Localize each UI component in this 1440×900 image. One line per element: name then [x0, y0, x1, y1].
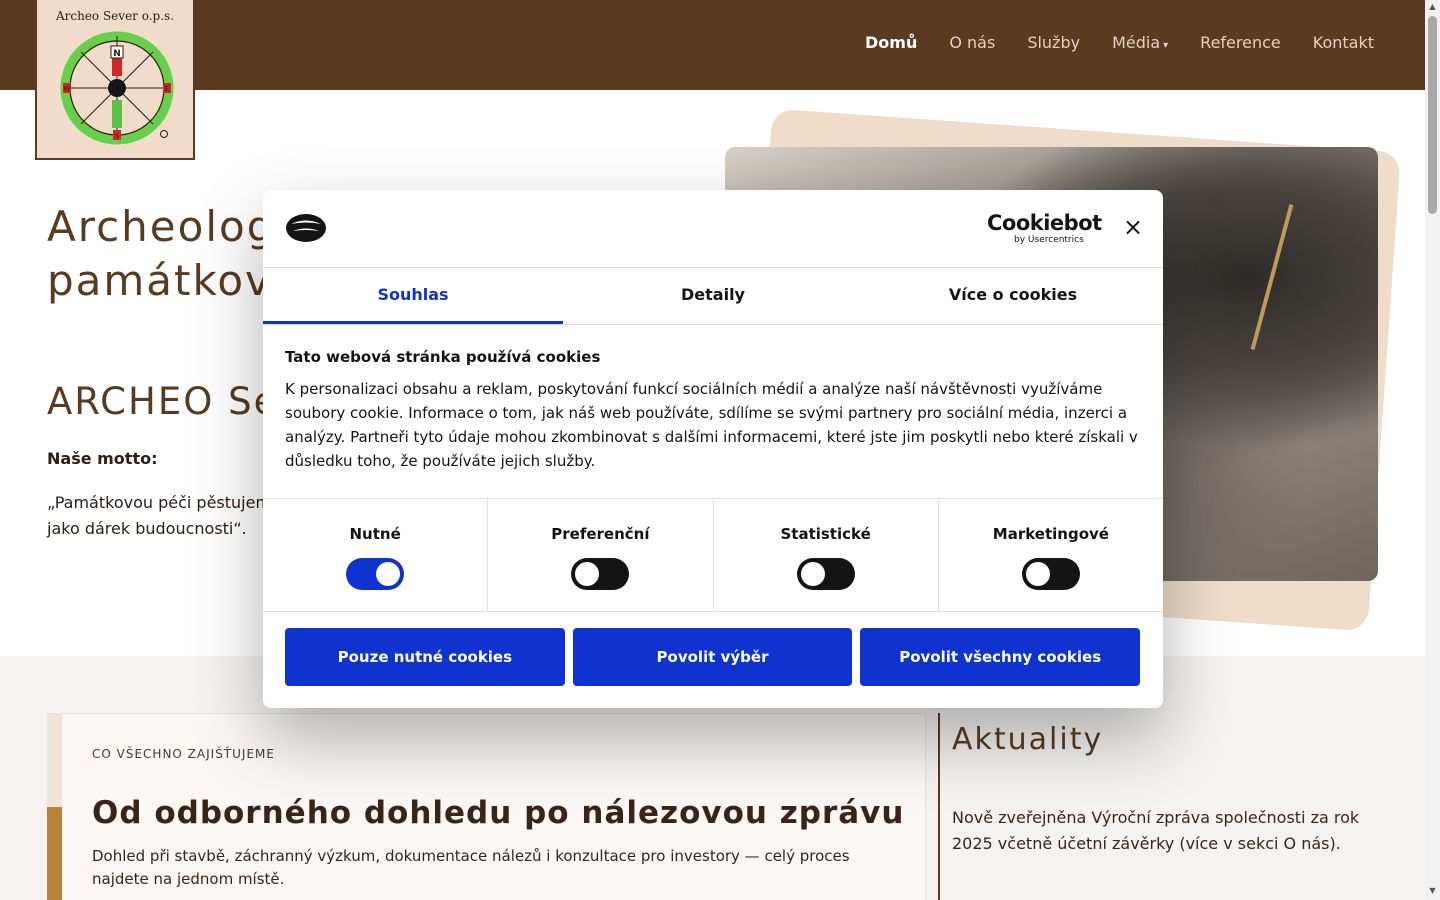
cookie-consent-dialog: Cookiebot by Usercentrics × Souhlas Deta… — [263, 190, 1163, 708]
category-statistics: Statistické — [714, 499, 939, 611]
allow-all-button[interactable]: Povolit všechny cookies — [860, 628, 1141, 686]
svg-text:E: E — [165, 85, 169, 93]
svg-text:S: S — [115, 132, 120, 140]
toggle-necessary[interactable] — [346, 558, 405, 590]
svg-text:W: W — [64, 85, 71, 93]
tab-about-cookies[interactable]: Více o cookies — [863, 268, 1163, 324]
scroll-down-icon[interactable]: ▼ — [1425, 886, 1440, 898]
cookie-heading: Tato webová stránka používá cookies — [285, 348, 601, 366]
tab-consent[interactable]: Souhlas — [263, 268, 563, 324]
toggle-statistics[interactable] — [796, 558, 855, 590]
cookie-dialog-body: Tato webová stránka používá cookies K pe… — [285, 348, 1145, 473]
card-accent-bottom — [47, 807, 62, 900]
cookie-categories: Nutné Preferenční Statistické Marketingo… — [263, 498, 1163, 612]
cookie-description: K personalizaci obsahu a reklam, poskyto… — [285, 380, 1138, 470]
cookie-consent-logo-icon — [286, 214, 326, 242]
category-label: Marketingové — [992, 525, 1109, 543]
services-text: Dohled při stavbě, záchranný výzkum, dok… — [92, 847, 850, 888]
news-item[interactable]: Nově zveřejněna Výroční zpráva společnos… — [952, 805, 1372, 857]
card-accent-top — [47, 713, 62, 807]
toggle-marketing[interactable] — [1021, 558, 1080, 590]
category-preferences: Preferenční — [488, 499, 714, 611]
cookie-dialog-header: Cookiebot by Usercentrics × — [263, 190, 1163, 268]
allow-selection-button[interactable]: Povolit výběr — [572, 628, 853, 686]
nav-item-about[interactable]: O nás — [949, 33, 995, 52]
caret-down-icon: ▾ — [1163, 40, 1169, 51]
compass-icon: N W E S — [60, 31, 174, 145]
close-button[interactable]: × — [1123, 215, 1143, 239]
nav-item-media-label: Média — [1112, 33, 1161, 52]
nav-item-media[interactable]: Média ▾ — [1112, 33, 1168, 52]
toggle-knob — [575, 562, 600, 586]
motto-text: „Památkovou péči pěstujem jako dárek bud… — [47, 493, 272, 538]
news-divider — [938, 713, 940, 900]
page-scrollbar[interactable]: ▲ ▼ — [1425, 0, 1440, 900]
scroll-up-icon[interactable]: ▲ — [1425, 2, 1440, 14]
category-necessary: Nutné — [263, 499, 489, 611]
cookie-actions: Pouze nutné cookies Povolit výběr Povoli… — [285, 628, 1141, 686]
nav-item-reference[interactable]: Reference — [1200, 33, 1281, 52]
brand-name: Cookiebot — [987, 211, 1102, 235]
tab-details[interactable]: Detaily — [563, 268, 863, 324]
site-header: Domů O nás Služby Média ▾ Reference Konta… — [0, 0, 1425, 90]
nav-item-services[interactable]: Služby — [1027, 33, 1080, 52]
news-title: Aktuality — [952, 722, 1104, 757]
toggle-knob — [1025, 562, 1050, 586]
category-label: Preferenční — [551, 525, 650, 543]
toggle-knob — [800, 562, 825, 586]
nav-item-contact[interactable]: Kontakt — [1313, 33, 1374, 52]
allow-necessary-button[interactable]: Pouze nutné cookies — [285, 628, 565, 686]
category-marketing: Marketingové — [939, 499, 1163, 611]
services-title: Od odborného dohledu po nálezovou zprávu — [92, 795, 905, 831]
scrollbar-thumb[interactable] — [1428, 16, 1437, 214]
logo-text: Archeo Sever o.p.s. — [55, 9, 175, 23]
main-nav: Domů O nás Služby Média ▾ Reference Konta… — [865, 33, 1374, 52]
site-logo[interactable]: Archeo Sever o.p.s. N W E S — [35, 0, 195, 160]
cookie-tabs: Souhlas Detaily Více o cookies — [263, 268, 1163, 325]
motto-label: Naše motto: — [47, 449, 158, 468]
svg-text:N: N — [113, 49, 121, 59]
category-label: Nutné — [349, 525, 401, 543]
services-kicker: CO VŠECHNO ZAJIŠŤUJEME — [92, 747, 275, 761]
cookiebot-brand[interactable]: Cookiebot by Usercentrics — [987, 211, 1102, 245]
toggle-preferences[interactable] — [571, 558, 630, 590]
category-label: Statistické — [780, 525, 871, 543]
photo-measuring-rod — [1250, 204, 1294, 350]
nav-item-home[interactable]: Domů — [865, 33, 917, 52]
hero-subtitle: ARCHEO Se — [47, 380, 279, 423]
toggle-knob — [376, 562, 401, 586]
brand-sub: by Usercentrics — [1014, 235, 1084, 245]
